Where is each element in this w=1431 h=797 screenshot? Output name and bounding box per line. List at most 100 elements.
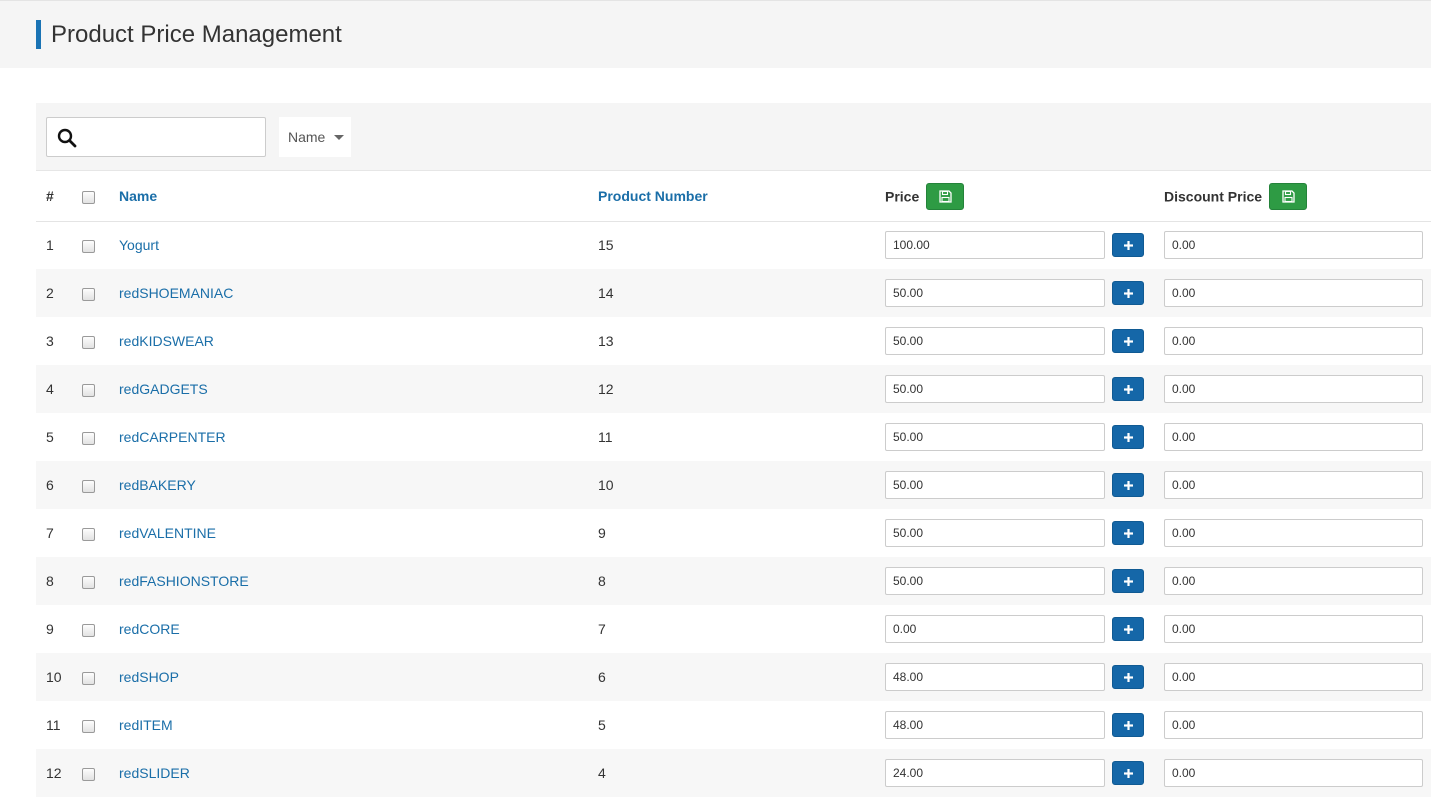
product-name-link[interactable]: redCORE [119,621,180,637]
product-name-link[interactable]: redSLIDER [119,765,190,781]
column-header-index: # [36,172,72,222]
discount-price-input[interactable] [1164,327,1423,355]
product-name-link[interactable]: redKIDSWEAR [119,333,214,349]
table-header-row: # Name Product Number Price Discount Pri… [36,172,1431,222]
column-header-product-number[interactable]: Product Number [598,172,885,222]
row-name-cell: redVALENTINE [119,509,598,557]
price-input[interactable] [885,327,1105,355]
add-price-button[interactable] [1111,713,1144,737]
product-name-link[interactable]: redGADGETS [119,381,208,397]
column-header-name[interactable]: Name [119,172,598,222]
row-select-cell [72,413,119,461]
row-checkbox[interactable] [82,383,95,397]
price-input[interactable] [885,615,1105,643]
price-input[interactable] [885,375,1105,403]
row-checkbox[interactable] [82,671,95,685]
row-checkbox[interactable] [82,767,95,781]
price-input[interactable] [885,519,1105,547]
row-name-cell: redFASHIONSTORE [119,557,598,605]
discount-price-input[interactable] [1164,375,1423,403]
row-discount-cell [1164,461,1431,509]
table-row: 2 redSHOEMANIAC 14 [36,269,1431,317]
row-price-cell [885,413,1164,461]
add-price-button[interactable] [1111,761,1144,785]
row-product-number: 4 [598,765,606,781]
row-name-cell: redBAKERY [119,461,598,509]
discount-price-input[interactable] [1164,567,1423,595]
row-name-cell: redKIDSWEAR [119,317,598,365]
add-price-button[interactable] [1111,233,1144,258]
product-name-link[interactable]: Yogurt [119,237,159,253]
row-name-cell: Yogurt [119,221,598,269]
row-discount-cell [1164,749,1431,797]
plus-icon [1123,721,1133,730]
row-name-cell: redSLIDER [119,749,598,797]
product-name-link[interactable]: redFASHIONSTORE [119,573,249,589]
discount-price-input[interactable] [1164,759,1423,787]
filter-toolbar: Name [36,103,1431,171]
row-checkbox[interactable] [82,575,95,589]
row-checkbox[interactable] [82,479,95,493]
price-input[interactable] [885,471,1105,499]
discount-price-input[interactable] [1164,663,1423,691]
row-price-cell [885,701,1164,749]
price-input[interactable] [885,231,1105,260]
row-checkbox[interactable] [82,240,95,254]
add-price-button[interactable] [1111,377,1144,401]
add-price-button[interactable] [1111,281,1144,305]
row-checkbox[interactable] [82,527,95,541]
row-checkbox[interactable] [82,431,95,445]
row-checkbox[interactable] [82,287,95,301]
discount-price-input[interactable] [1164,471,1423,499]
product-name-link[interactable]: redSHOP [119,669,179,685]
select-all-checkbox[interactable] [82,191,95,205]
sort-by-select[interactable]: Name [279,117,351,157]
table-row: 9 redCORE 7 [36,605,1431,653]
table-row: 11 redITEM 5 [36,701,1431,749]
add-price-button[interactable] [1111,425,1144,449]
save-prices-button[interactable] [926,182,965,210]
plus-icon [1123,241,1133,251]
price-input[interactable] [885,759,1105,787]
table-row: 5 redCARPENTER 11 [36,413,1431,461]
search-box[interactable] [46,117,266,157]
row-product-number: 7 [598,621,606,637]
add-price-button[interactable] [1111,329,1144,353]
save-discount-prices-button[interactable] [1268,182,1307,210]
row-price-cell [885,269,1164,317]
row-discount-cell [1164,653,1431,701]
add-price-button[interactable] [1111,569,1144,593]
product-name-link[interactable]: redCARPENTER [119,429,226,445]
add-price-button[interactable] [1111,617,1144,641]
discount-price-input[interactable] [1164,423,1423,451]
row-price-cell [885,461,1164,509]
price-input[interactable] [885,423,1105,451]
row-select-cell [72,701,119,749]
row-checkbox[interactable] [82,335,95,349]
product-name-link[interactable]: redSHOEMANIAC [119,285,233,301]
row-checkbox[interactable] [82,719,95,733]
add-price-button[interactable] [1111,473,1144,497]
add-price-button[interactable] [1111,665,1144,689]
discount-price-input[interactable] [1164,231,1423,260]
product-name-link[interactable]: redITEM [119,717,173,733]
product-name-link[interactable]: redVALENTINE [119,525,216,541]
product-name-link[interactable]: redBAKERY [119,477,196,493]
discount-price-input[interactable] [1164,279,1423,307]
row-checkbox[interactable] [82,623,95,637]
discount-price-input[interactable] [1164,711,1423,739]
row-price-cell [885,749,1164,797]
add-price-button[interactable] [1111,521,1144,545]
row-name-cell: redITEM [119,701,598,749]
price-input[interactable] [885,567,1105,595]
row-discount-cell [1164,317,1431,365]
search-input[interactable] [87,122,257,152]
price-header-label: Price [885,188,920,205]
table-row: 3 redKIDSWEAR 13 [36,317,1431,365]
discount-price-input[interactable] [1164,519,1423,547]
price-input[interactable] [885,663,1105,691]
price-input[interactable] [885,711,1105,739]
discount-price-input[interactable] [1164,615,1423,643]
plus-icon [1123,289,1133,298]
price-input[interactable] [885,279,1105,307]
